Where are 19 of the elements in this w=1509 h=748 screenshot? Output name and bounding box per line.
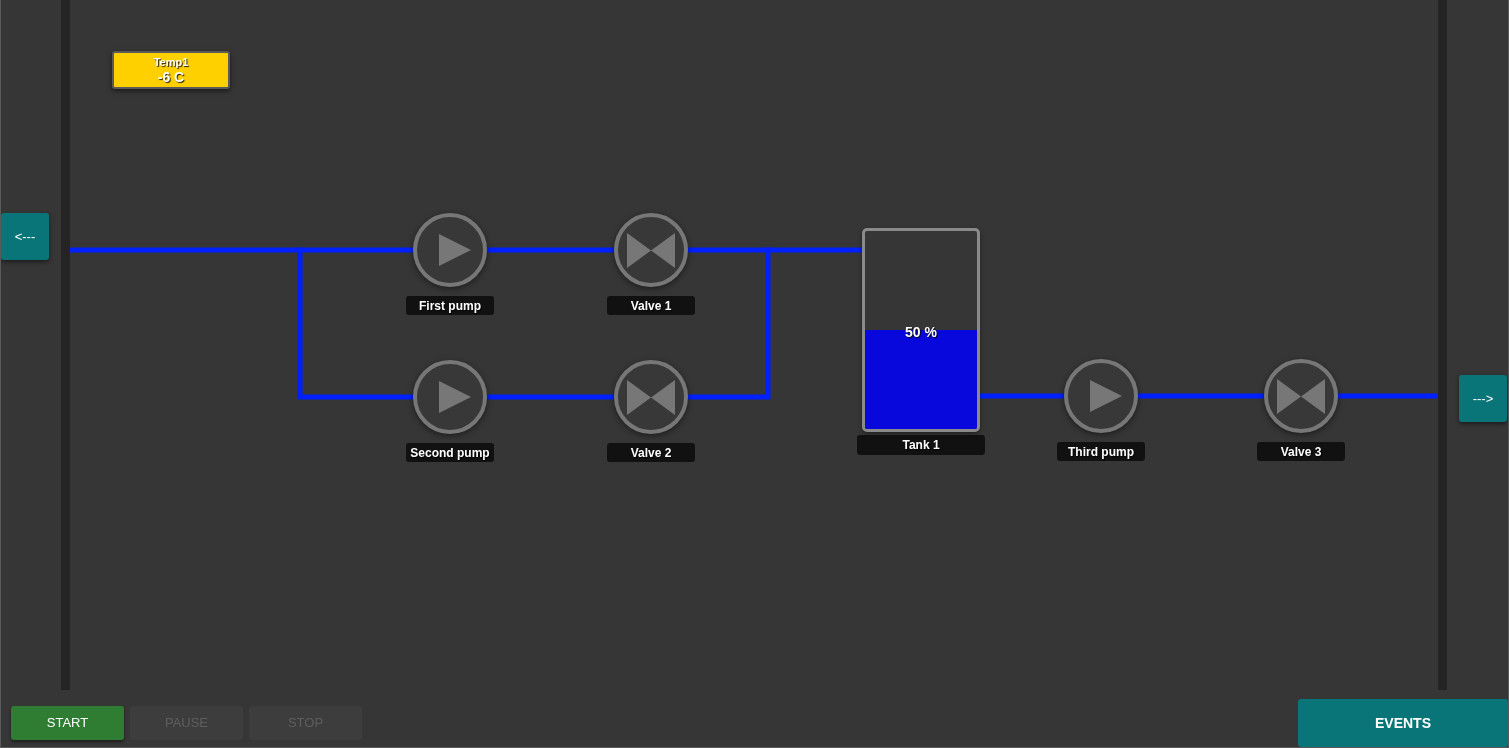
sensor-reading: -6 C xyxy=(157,68,185,85)
pump-label: Second pump xyxy=(406,443,494,462)
valve-label: Valve 2 xyxy=(607,443,695,462)
events-button[interactable]: EVENTS xyxy=(1298,699,1508,747)
pump-icon[interactable] xyxy=(413,213,487,287)
pump-icon[interactable] xyxy=(413,360,487,434)
sensor-name: Temp1 xyxy=(153,55,189,69)
valve-icon[interactable] xyxy=(1264,359,1338,433)
tank-label: Tank 1 xyxy=(857,435,985,455)
forward-button[interactable]: ---> xyxy=(1459,375,1507,422)
valve-icon[interactable] xyxy=(614,360,688,434)
valve-label: Valve 1 xyxy=(607,296,695,315)
pump-label: Third pump xyxy=(1057,442,1145,461)
control-button[interactable]: START xyxy=(11,706,124,740)
valve-label: Valve 3 xyxy=(1257,442,1345,461)
valve-icon[interactable] xyxy=(614,213,688,287)
pump-label: First pump xyxy=(406,296,494,315)
pump-icon[interactable] xyxy=(1064,359,1138,433)
back-button[interactable]: <--- xyxy=(1,213,49,260)
